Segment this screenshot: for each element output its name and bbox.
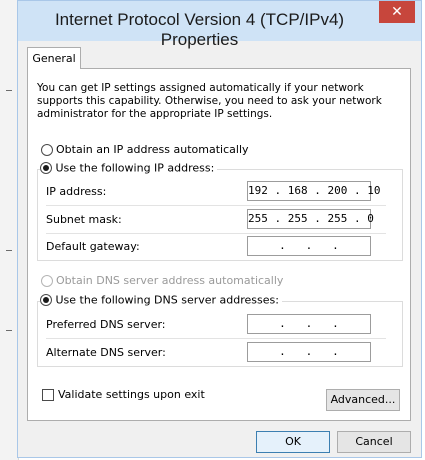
obtain-dns-auto-radio[interactable] [41,275,53,287]
ok-button[interactable]: OK [256,431,330,453]
tcpip-properties-dialog: Internet Protocol Version 4 (TCP/IPv4) P… [17,0,422,458]
validate-settings-checkbox[interactable] [42,389,54,401]
dns-server-group: Preferred DNS server: . . . Alternate DN… [37,301,403,367]
dns-manual-legend: Use the following DNS server addresses: [40,293,282,307]
divider [46,338,386,339]
tab-general[interactable]: General [27,47,81,69]
validate-settings-label[interactable]: Validate settings upon exit [58,388,205,401]
advanced-button[interactable]: Advanced... [326,389,400,411]
background-mark [6,250,12,251]
default-gateway-label: Default gateway: [46,240,140,253]
divider [46,233,386,234]
ip-address-label: IP address: [46,185,107,198]
description-text: You can get IP settings assigned automat… [37,82,382,120]
close-button[interactable]: ✕ [379,1,415,23]
default-gateway-field[interactable]: . . . [247,236,371,256]
ip-address-field[interactable]: 192 . 168 . 200 . 10 [247,181,380,201]
obtain-dns-auto-label[interactable]: Obtain DNS server address automatically [56,274,283,287]
subnet-mask-label: Subnet mask: [46,213,122,226]
general-tab-panel: You can get IP settings assigned automat… [27,68,411,421]
background-mark [6,330,12,331]
cancel-button[interactable]: Cancel [337,431,411,453]
ip-address-group: IP address: 192 . 168 . 200 . 10 Subnet … [37,169,403,261]
title-bar[interactable]: Internet Protocol Version 4 (TCP/IPv4) P… [18,1,421,49]
ip-manual-legend: Use the following IP address: [40,161,218,175]
window-title: Internet Protocol Version 4 (TCP/IPv4) P… [54,10,345,49]
use-following-dns-label[interactable]: Use the following DNS server addresses: [56,294,279,307]
divider [46,205,386,206]
alternate-dns-field[interactable]: . . . [247,342,371,362]
preferred-dns-label: Preferred DNS server: [46,318,166,331]
preferred-dns-field[interactable]: . . . [247,314,371,334]
close-icon: ✕ [391,4,403,20]
subnet-mask-field[interactable]: 255 . 255 . 255 . 0 [247,209,374,229]
obtain-ip-auto-label[interactable]: Obtain an IP address automatically [56,143,249,156]
use-following-dns-radio[interactable] [40,294,52,306]
use-following-ip-radio[interactable] [40,162,52,174]
alternate-dns-label: Alternate DNS server: [46,346,166,359]
obtain-ip-auto-radio[interactable] [41,144,53,156]
use-following-ip-label[interactable]: Use the following IP address: [56,162,215,175]
background-mark [6,90,12,91]
